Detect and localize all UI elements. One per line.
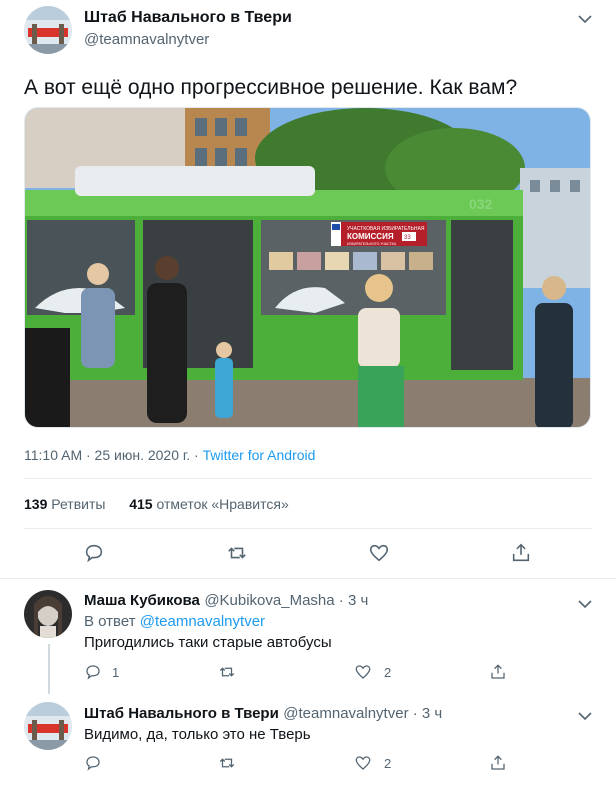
reply-to-line: В ответ @teamnavalnytver [84,612,265,632]
author-name[interactable]: Штаб Навального в Твери [84,9,292,27]
reply-author-handle[interactable]: @teamnavalnytver · 3 ч [283,705,442,722]
reply-count: 1 [112,664,120,680]
share-icon [512,543,530,562]
reply-share-button[interactable] [489,663,507,686]
tweet-photo[interactable]: 032 УЧАСТКОВАЯ ИЗБИРАТЕЛЬНАЯ КОМИССИЯ 33… [24,107,591,428]
reply-retweet-button[interactable] [218,754,236,777]
reply-icon [86,665,100,680]
thread-line [48,644,50,694]
reply-reply-button[interactable] [84,754,102,777]
share-button[interactable] [510,542,532,569]
reply-icon [85,544,103,563]
reply-header: Штаб Навального в Твери @teamnavalnytver… [84,705,442,723]
reply-author-handle[interactable]: @Kubikova_Masha · 3 ч [204,592,368,609]
reply-avatar[interactable] [24,590,72,638]
reply-author-name[interactable]: Штаб Навального в Твери [84,705,279,722]
share-icon [491,664,505,679]
reply-header: Маша Кубикова @Kubikova_Masha · 3 ч [84,592,368,610]
tweet-meta: 11:10 AM · 25 июн. 2020 г. · Twitter for… [24,447,315,463]
retweet-icon [219,758,235,768]
reply-text: Пригодились таки старые автобусы [84,634,332,651]
reply-like-button[interactable]: 2 [354,754,391,772]
reply-button[interactable] [83,542,105,569]
reply-reply-button[interactable]: 1 [84,663,119,681]
like-count: 2 [384,755,392,771]
svg-text:ИЗБИРАТЕЛЬНОГО УЧАСТКА: ИЗБИРАТЕЛЬНОГО УЧАСТКА [347,242,397,246]
like-button[interactable] [368,542,390,569]
author-avatar[interactable] [24,6,72,54]
likes-stat[interactable]: 415 отметок «Нравится» [129,496,289,512]
divider [0,578,616,579]
retweet-button[interactable] [226,542,248,569]
chevron-down-icon[interactable] [578,708,592,726]
tweet-time[interactable]: 11:10 AM · 25 июн. 2020 г. · [24,447,203,463]
reply-author-name[interactable]: Маша Кубикова [84,592,200,609]
reply-to-handle[interactable]: @teamnavalnytver [140,613,265,630]
share-icon [491,755,505,770]
svg-text:КОМИССИЯ: КОМИССИЯ [347,232,394,241]
reply-share-button[interactable] [489,754,507,777]
tweet-client-link[interactable]: Twitter for Android [203,447,316,463]
reply-like-button[interactable]: 2 [354,663,391,681]
retweets-count: 139 [24,496,48,512]
like-count: 2 [384,664,392,680]
likes-label: отметок «Нравится» [156,496,289,512]
like-icon [355,756,371,770]
tweet-stats: 139 Ретвиты 415 отметок «Нравится» [24,496,289,512]
reply-to-prefix: В ответ [84,613,140,630]
reply-text: Видимо, да, только это не Тверь [84,726,311,743]
author-handle[interactable]: @teamnavalnytver [84,31,209,48]
retweet-icon [228,547,246,559]
divider [24,528,592,529]
like-icon [369,544,389,562]
svg-text:33: 33 [404,235,411,241]
retweet-icon [219,667,235,677]
reply-icon [86,756,100,771]
svg-text:032: 032 [469,196,493,212]
likes-count: 415 [129,496,153,512]
chevron-down-icon[interactable] [578,11,592,29]
tweet-text: А вот ещё одно прогрессивное решение. Ка… [24,76,518,99]
retweets-stat[interactable]: 139 Ретвиты [24,496,105,512]
chevron-down-icon[interactable] [578,596,592,614]
reply-avatar[interactable] [24,702,72,750]
retweets-label: Ретвиты [51,496,106,512]
like-icon [355,665,371,679]
reply-retweet-button[interactable] [218,663,236,686]
divider [24,478,592,479]
